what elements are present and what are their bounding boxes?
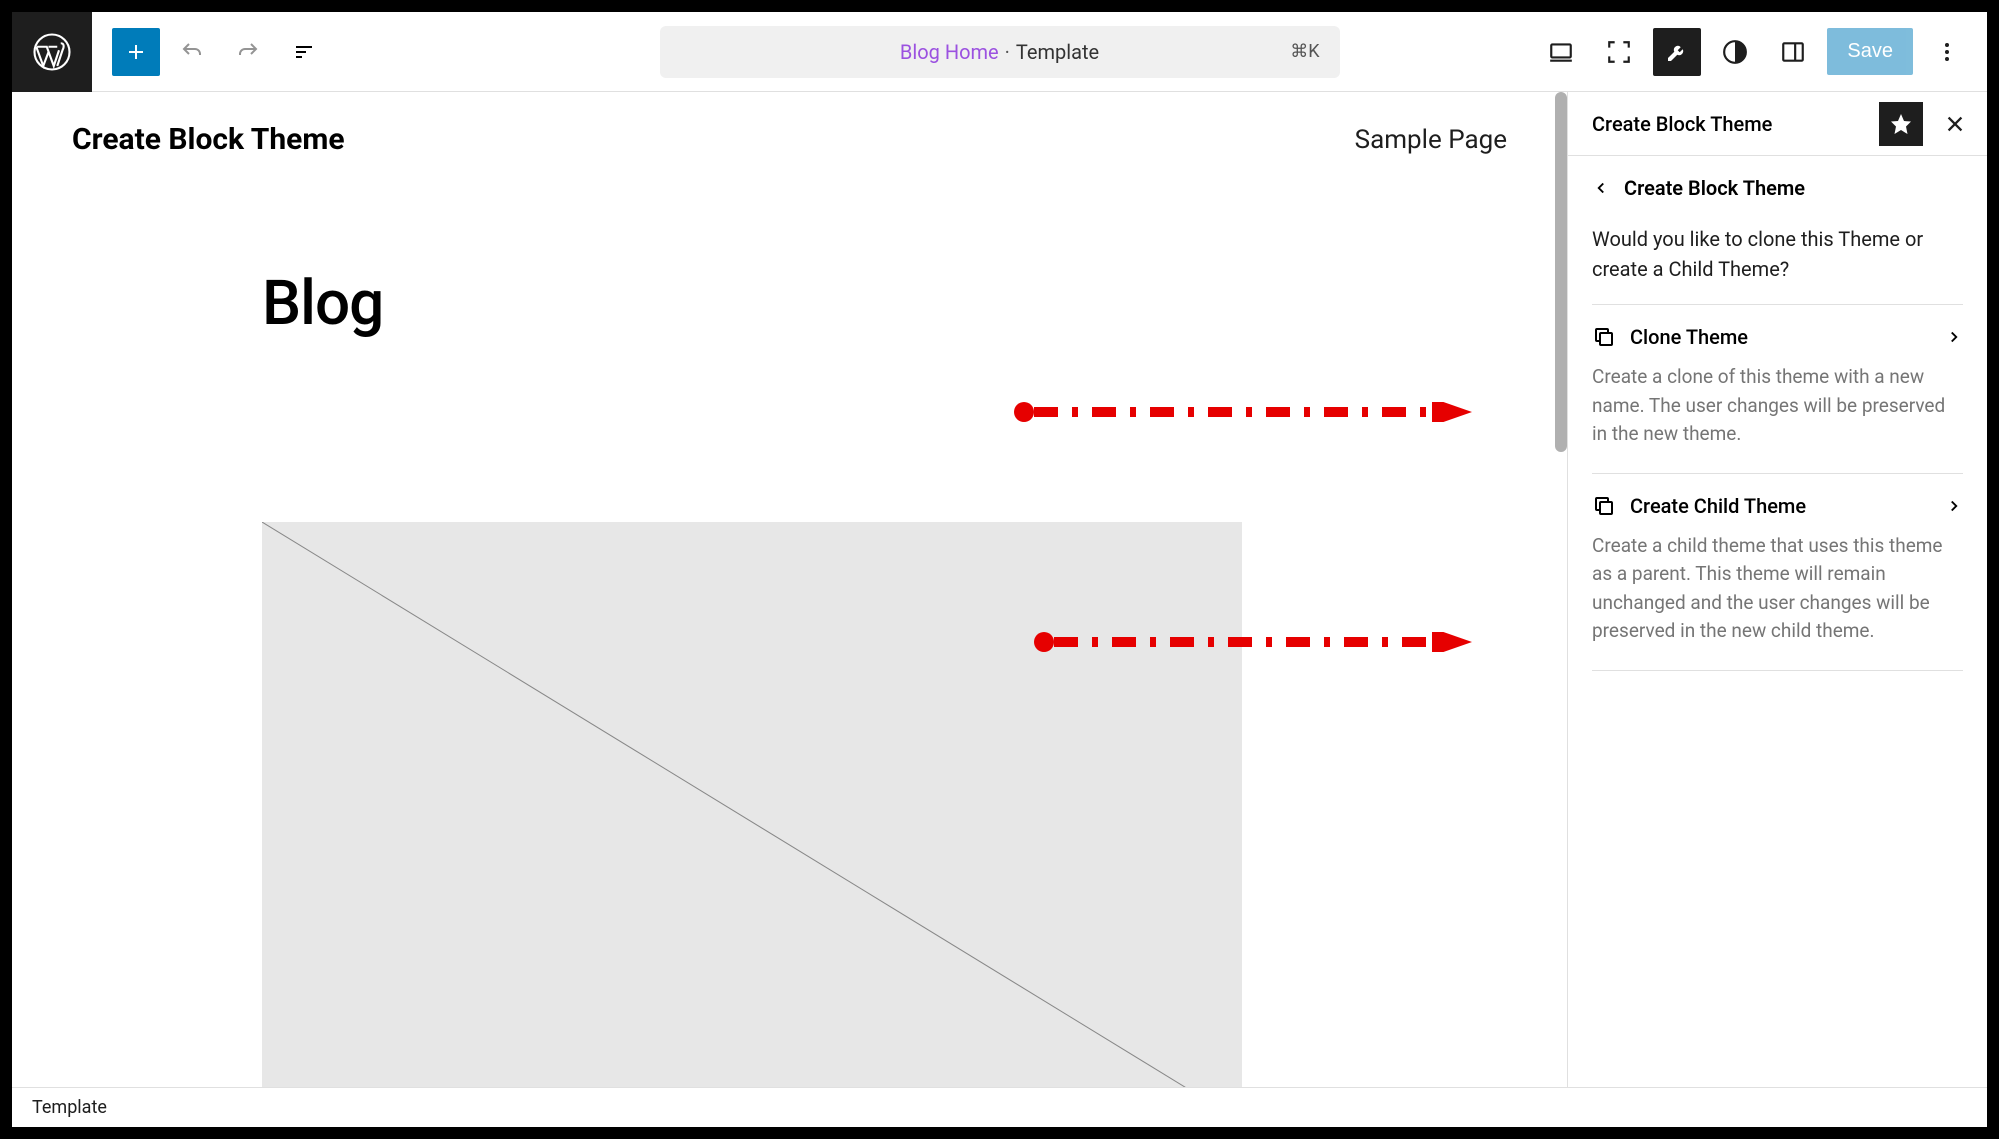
scrollbar[interactable] [1555,92,1567,452]
option-clone-theme: Clone Theme Create a clone of this theme… [1592,325,1963,449]
option-description: Create a child theme that uses this them… [1592,532,1963,646]
sidebar-title: Create Block Theme [1592,112,1869,136]
styles-button[interactable] [1711,28,1759,76]
site-title[interactable]: Create Block Theme [72,122,345,157]
nav-link-sample-page[interactable]: Sample Page [1355,125,1507,155]
sidebar-prompt: Would you like to clone this Theme or cr… [1592,224,1963,284]
close-panel-button[interactable] [1933,102,1977,146]
options-button[interactable] [1923,28,1971,76]
editor-canvas[interactable]: Create Block Theme Sample Page Blog [12,92,1567,1087]
command-center-link: Blog Home [900,40,999,64]
chevron-left-icon [1592,179,1610,197]
view-button[interactable] [1537,28,1585,76]
command-center-shortcut: ⌘K [1290,41,1319,62]
annotation-arrow-1 [1012,402,1472,422]
divider [1592,670,1963,671]
chevron-right-icon [1945,328,1963,346]
page-heading[interactable]: Blog [12,187,1567,340]
option-label: Clone Theme [1630,325,1931,349]
footer-breadcrumb-bar: Template [12,1087,1987,1127]
undo-button[interactable] [168,28,216,76]
breadcrumb-label: Create Block Theme [1624,176,1805,200]
option-create-child-theme-row[interactable]: Create Child Theme [1592,494,1963,518]
document-overview-button[interactable] [280,28,328,76]
option-label: Create Child Theme [1630,494,1931,518]
add-block-button[interactable] [112,28,160,76]
sidebar-panel: Create Block Theme Create Block Theme Wo… [1567,92,1987,1087]
option-description: Create a clone of this theme with a new … [1592,363,1963,449]
redo-button[interactable] [224,28,272,76]
star-icon[interactable] [1879,102,1923,146]
tools-button[interactable] [1653,28,1701,76]
wordpress-logo[interactable] [12,12,92,92]
chevron-right-icon [1945,497,1963,515]
top-toolbar: Blog Home · Template ⌘K Save [12,12,1987,92]
footer-breadcrumb[interactable]: Template [32,1097,107,1118]
command-center-text: Template [1016,40,1099,64]
copy-icon [1592,325,1616,349]
divider [1592,304,1963,305]
copy-icon [1592,494,1616,518]
image-placeholder[interactable] [262,522,1242,1087]
save-button[interactable]: Save [1827,28,1913,75]
zoom-button[interactable] [1595,28,1643,76]
command-center-separator: · [1005,40,1010,64]
option-create-child-theme: Create Child Theme Create a child theme … [1592,494,1963,646]
settings-panel-button[interactable] [1769,28,1817,76]
divider [1592,473,1963,474]
sidebar-breadcrumb[interactable]: Create Block Theme [1592,176,1963,200]
command-center[interactable]: Blog Home · Template ⌘K [660,26,1340,78]
option-clone-theme-row[interactable]: Clone Theme [1592,325,1963,349]
